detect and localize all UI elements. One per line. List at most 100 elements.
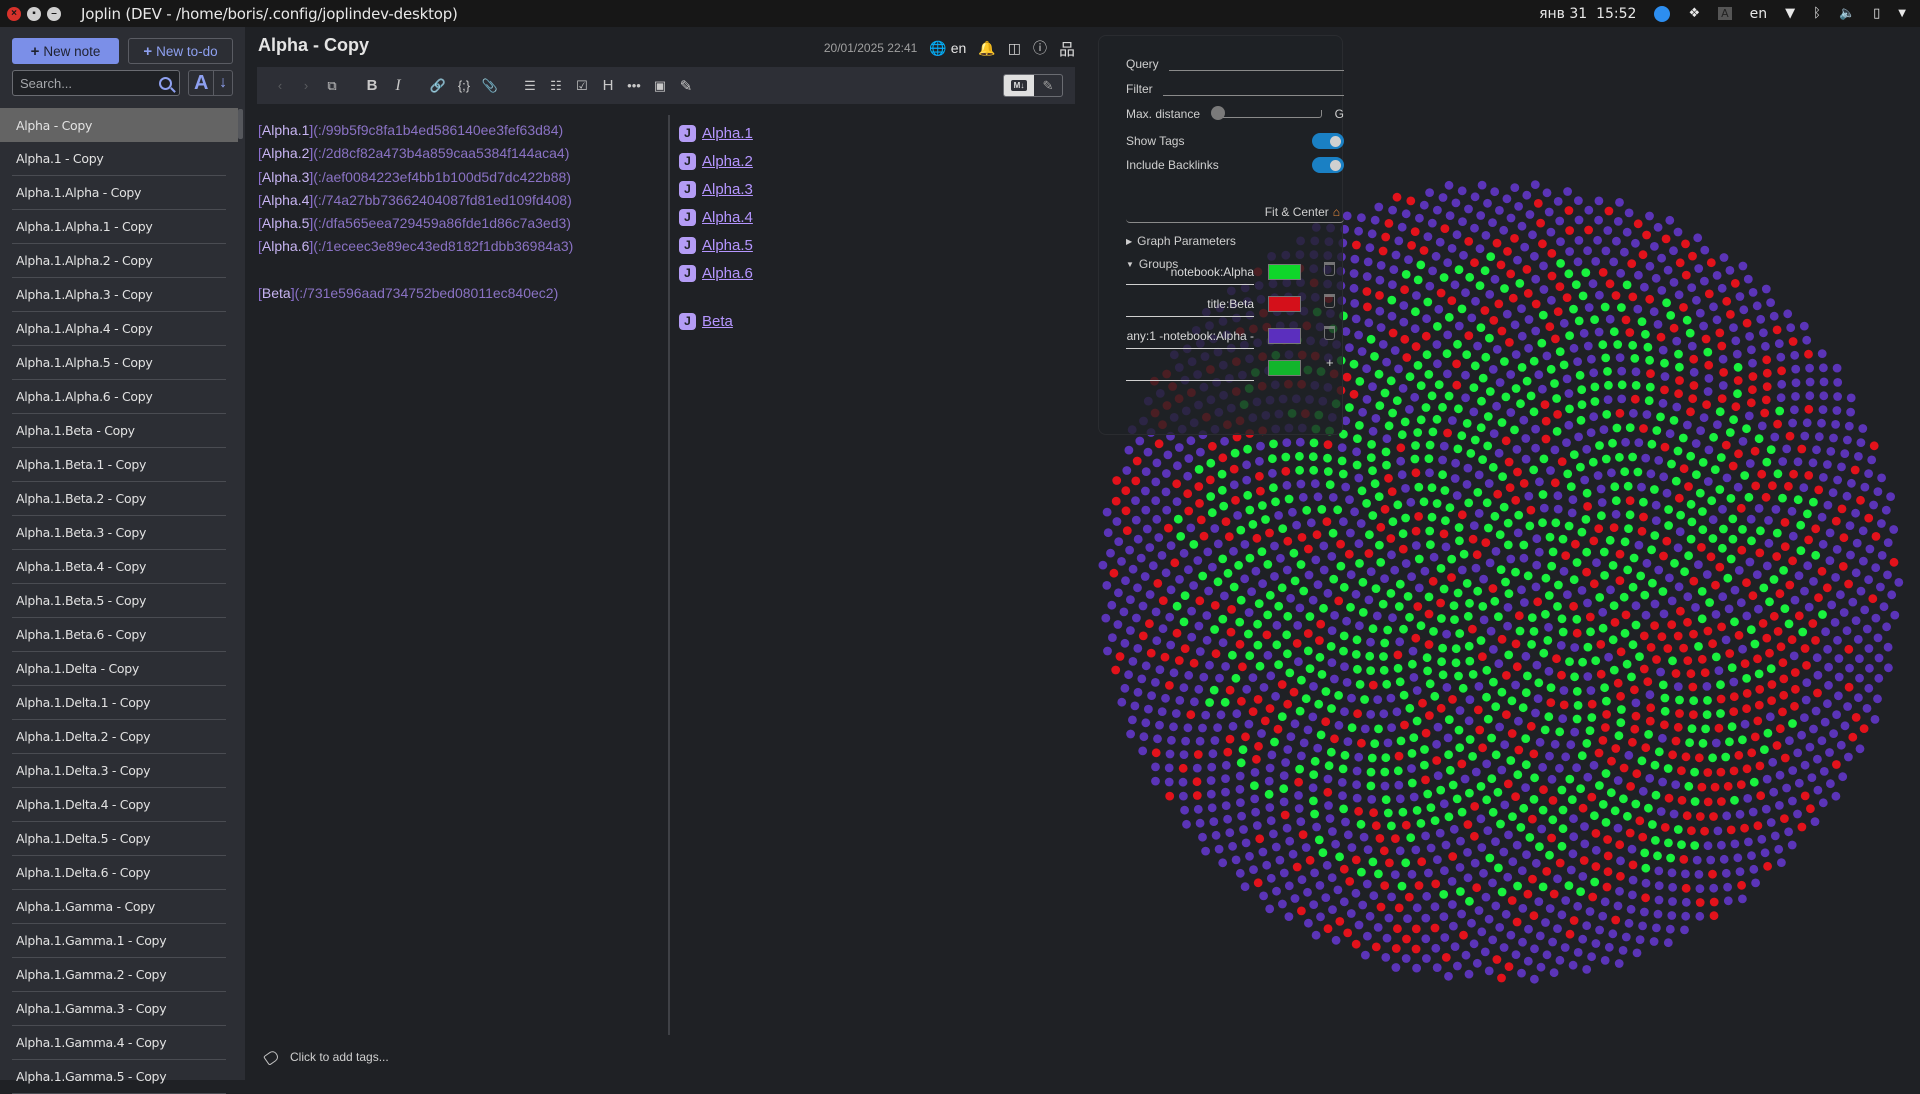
graph-node[interactable] bbox=[1639, 497, 1648, 507]
graph-node[interactable] bbox=[1235, 639, 1245, 649]
search-input[interactable] bbox=[20, 75, 150, 91]
graph-node[interactable] bbox=[1221, 662, 1230, 671]
graph-node[interactable] bbox=[1756, 526, 1765, 536]
graph-node[interactable] bbox=[1639, 664, 1649, 674]
graph-node[interactable] bbox=[1555, 763, 1564, 773]
graph-node[interactable] bbox=[1660, 385, 1669, 395]
graph-node[interactable] bbox=[1811, 636, 1820, 645]
graph-node[interactable] bbox=[1726, 494, 1736, 503]
graph-node[interactable] bbox=[1374, 869, 1383, 879]
graph-node[interactable] bbox=[1687, 724, 1697, 733]
graph-node[interactable] bbox=[1455, 743, 1465, 753]
graph-node[interactable] bbox=[1449, 601, 1459, 610]
graph-node[interactable] bbox=[1439, 912, 1449, 921]
graph-node[interactable] bbox=[1209, 685, 1219, 695]
graph-node[interactable] bbox=[1371, 942, 1381, 952]
graph-node[interactable] bbox=[1576, 462, 1585, 472]
graph-node[interactable] bbox=[1788, 766, 1798, 775]
graph-node[interactable] bbox=[1607, 756, 1616, 766]
graph-node[interactable] bbox=[1151, 748, 1161, 758]
graph-node[interactable] bbox=[1860, 605, 1870, 615]
graph-node[interactable] bbox=[1439, 441, 1449, 451]
graph-node[interactable] bbox=[1373, 695, 1383, 704]
graph-node[interactable] bbox=[1457, 431, 1467, 441]
graph-node[interactable] bbox=[1730, 585, 1740, 595]
graph-node[interactable] bbox=[1697, 614, 1707, 624]
graph-node[interactable] bbox=[1793, 495, 1803, 505]
graph-node[interactable] bbox=[1645, 355, 1654, 365]
graph-node[interactable] bbox=[1391, 250, 1401, 260]
graph-node[interactable] bbox=[1514, 716, 1523, 726]
graph-node[interactable] bbox=[1309, 438, 1319, 448]
graph-node[interactable] bbox=[1357, 347, 1367, 356]
graph-node[interactable] bbox=[1754, 669, 1764, 679]
graph-node[interactable] bbox=[1798, 627, 1808, 637]
graph-node[interactable] bbox=[1430, 902, 1440, 912]
graph-node[interactable] bbox=[1539, 648, 1549, 658]
graph-node[interactable] bbox=[1258, 501, 1267, 510]
graph-node[interactable] bbox=[1454, 725, 1464, 735]
graph-node[interactable] bbox=[1537, 338, 1547, 348]
graph-node[interactable] bbox=[1666, 853, 1675, 863]
graph-node[interactable] bbox=[1715, 328, 1725, 338]
graph-node[interactable] bbox=[1484, 966, 1494, 976]
note-link[interactable]: Alpha.2 bbox=[702, 153, 753, 170]
graph-node[interactable] bbox=[1141, 467, 1151, 476]
graph-node[interactable] bbox=[1184, 454, 1194, 463]
graph-node[interactable] bbox=[1645, 294, 1655, 304]
graph-node[interactable] bbox=[1579, 856, 1589, 865]
graph-node[interactable] bbox=[1468, 670, 1478, 679]
graph-node[interactable] bbox=[1757, 469, 1767, 479]
graph-node[interactable] bbox=[1716, 709, 1725, 718]
graph-node[interactable] bbox=[1349, 389, 1359, 399]
graph-node[interactable] bbox=[1762, 774, 1772, 784]
note-list-item[interactable]: Alpha.1.Alpha - Copy bbox=[12, 176, 226, 210]
graph-node[interactable] bbox=[1235, 771, 1245, 781]
graph-node[interactable] bbox=[1532, 560, 1542, 570]
graph-node[interactable] bbox=[1539, 261, 1548, 271]
graph-node[interactable] bbox=[1707, 496, 1717, 506]
graph-node[interactable] bbox=[1544, 622, 1553, 632]
graph-node[interactable] bbox=[1625, 828, 1635, 838]
graph-node[interactable] bbox=[1573, 701, 1583, 710]
graph-node[interactable] bbox=[1538, 805, 1548, 815]
graph-node[interactable] bbox=[1547, 271, 1557, 281]
back-button[interactable]: ‹ bbox=[267, 78, 293, 93]
graph-node[interactable] bbox=[1790, 405, 1799, 415]
graph-node[interactable] bbox=[1499, 847, 1509, 857]
graph-node[interactable] bbox=[1265, 803, 1275, 812]
graph-node[interactable] bbox=[1622, 280, 1632, 290]
graph-node[interactable] bbox=[1600, 683, 1609, 693]
graph-node[interactable] bbox=[1594, 196, 1604, 206]
graph-node[interactable] bbox=[1536, 218, 1545, 228]
graph-node[interactable] bbox=[1323, 588, 1333, 598]
graph-node[interactable] bbox=[1837, 462, 1846, 472]
graph-node[interactable] bbox=[1334, 691, 1343, 700]
graph-node[interactable] bbox=[1557, 910, 1567, 920]
graph-node[interactable] bbox=[1473, 705, 1483, 715]
graph-node[interactable] bbox=[1425, 188, 1434, 198]
graph-node[interactable] bbox=[1569, 601, 1578, 611]
graph-node[interactable] bbox=[1632, 769, 1642, 779]
graph-node[interactable] bbox=[1120, 638, 1130, 648]
graph-node[interactable] bbox=[1613, 678, 1623, 688]
graph-node[interactable] bbox=[1748, 372, 1758, 381]
graph-node[interactable] bbox=[1433, 322, 1442, 331]
graph-node[interactable] bbox=[1631, 799, 1641, 809]
graph-node[interactable] bbox=[1686, 534, 1696, 544]
graph-node[interactable] bbox=[1865, 663, 1874, 673]
graph-node[interactable] bbox=[1413, 602, 1423, 611]
graph-node[interactable] bbox=[1726, 554, 1736, 564]
graph-node[interactable] bbox=[1642, 410, 1652, 419]
graph-node[interactable] bbox=[1485, 558, 1495, 568]
graph-node[interactable] bbox=[1425, 711, 1434, 720]
graph-node[interactable] bbox=[1207, 762, 1217, 772]
graph-node[interactable] bbox=[1570, 643, 1580, 652]
graph-node[interactable] bbox=[1284, 494, 1294, 504]
graph-node[interactable] bbox=[1486, 626, 1496, 636]
graph-node[interactable] bbox=[1126, 729, 1135, 739]
graph-node[interactable] bbox=[1338, 469, 1348, 479]
graph-node[interactable] bbox=[1608, 929, 1618, 939]
graph-node[interactable] bbox=[1746, 625, 1756, 635]
graph-node[interactable] bbox=[1703, 797, 1713, 807]
